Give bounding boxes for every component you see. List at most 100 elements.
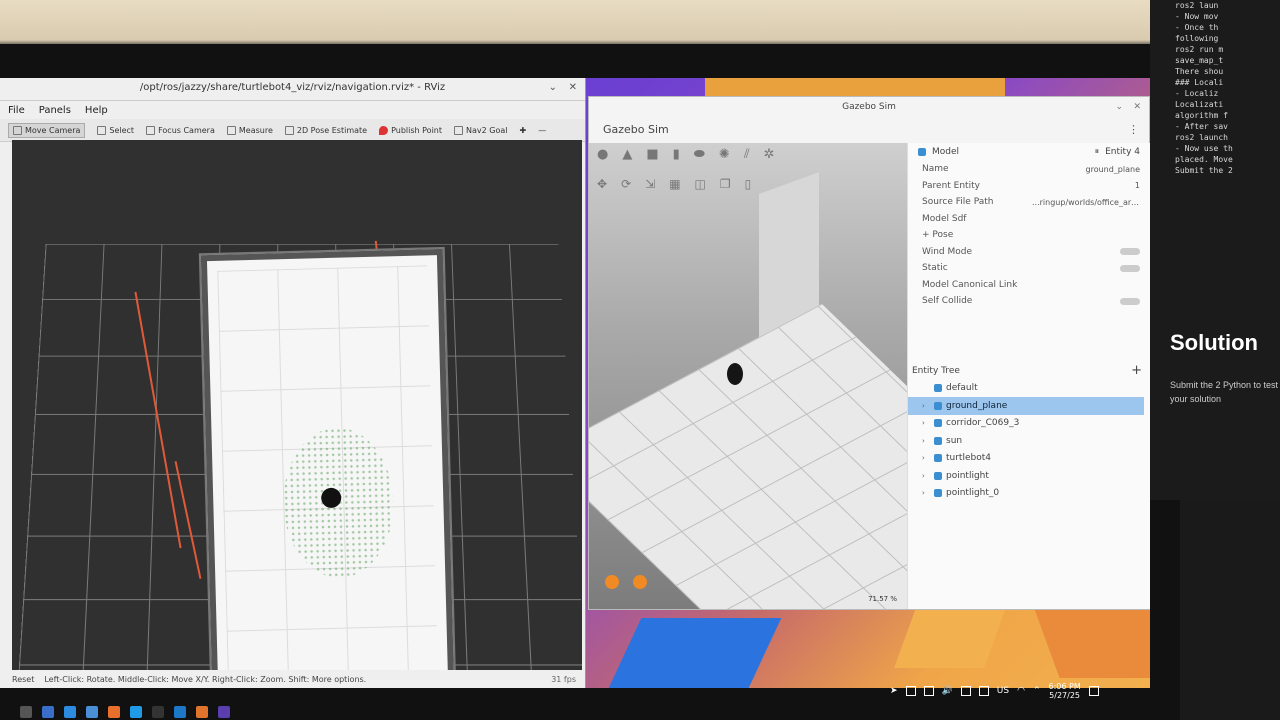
- kebab-menu-icon[interactable]: ⋮: [1128, 117, 1139, 143]
- gazebo-titlebar[interactable]: Gazebo Sim ⌄ ✕: [589, 97, 1149, 117]
- send-icon[interactable]: ➤: [890, 686, 898, 696]
- menu-panels[interactable]: Panels: [39, 105, 71, 116]
- pin-icon[interactable]: ⏸: [1095, 147, 1100, 157]
- tree-item[interactable]: › ground_plane: [908, 397, 1144, 415]
- reset-button[interactable]: Reset: [12, 675, 34, 684]
- terminal-line: - Now mov: [1175, 12, 1219, 21]
- pointlight-icon[interactable]: ✲: [764, 147, 775, 162]
- step-icon[interactable]: [633, 575, 647, 589]
- focus-camera-tool[interactable]: Focus Camera: [146, 125, 215, 135]
- sphere-icon[interactable]: ●: [597, 147, 608, 162]
- toggle-switch[interactable]: [1120, 264, 1140, 272]
- cone-icon[interactable]: ▲: [622, 147, 632, 162]
- expand-arrow-icon[interactable]: ›: [922, 437, 930, 445]
- property-value: ground_plane: [1085, 164, 1141, 174]
- nav2-goal-tool[interactable]: Nav2 Goal: [454, 125, 507, 135]
- box-icon[interactable]: ■: [646, 147, 658, 162]
- spotlight-icon[interactable]: ⫽: [744, 147, 750, 162]
- expand-arrow-icon[interactable]: ›: [922, 472, 930, 480]
- file-manager-icon[interactable]: [86, 706, 98, 718]
- property-key: Parent Entity: [922, 180, 980, 191]
- tray-expand-icon[interactable]: ⌃: [1033, 686, 1041, 696]
- scale-icon[interactable]: ⇲: [645, 177, 655, 191]
- move-camera-tool[interactable]: Move Camera: [8, 122, 86, 138]
- rviz-title: /opt/ros/jazzy/share/turtlebot4_viz/rviz…: [139, 82, 446, 93]
- store-icon[interactable]: [64, 706, 76, 718]
- light-icon[interactable]: ✺: [719, 147, 730, 162]
- terminal-line: save_map_t: [1175, 56, 1224, 65]
- add-entity-icon[interactable]: +: [1131, 363, 1142, 378]
- minimize-icon[interactable]: ⌄: [549, 82, 557, 93]
- occupancy-map: [200, 248, 456, 670]
- tree-item-label: sun: [946, 435, 963, 446]
- play-pause-icon[interactable]: [605, 575, 619, 589]
- grid-icon[interactable]: ▦: [669, 177, 680, 191]
- terminal-icon[interactable]: [152, 706, 164, 718]
- rviz-statusbar: Reset Left-Click: Rotate. Middle-Click: …: [12, 670, 582, 688]
- clock[interactable]: 6:06 PM 5/27/25: [1048, 682, 1080, 700]
- keyboard-icon[interactable]: [978, 686, 989, 696]
- minimize-icon[interactable]: ⌄: [1115, 97, 1123, 117]
- terminal-line: - After sav: [1175, 122, 1228, 131]
- expand-arrow-icon[interactable]: ›: [922, 489, 930, 497]
- property-row: Wind Mode: [908, 244, 1150, 261]
- wifi-icon[interactable]: ◠: [1017, 686, 1025, 696]
- ellipsoid-icon[interactable]: ⬬: [694, 147, 705, 162]
- files-icon[interactable]: [42, 706, 54, 718]
- clipboard-icon[interactable]: [905, 686, 916, 696]
- property-row: Static: [908, 260, 1150, 277]
- close-icon[interactable]: ✕: [1133, 97, 1141, 117]
- firefox-icon[interactable]: [108, 706, 120, 718]
- volume-icon[interactable]: 🔊: [942, 686, 953, 696]
- transform-toolbar: ✥ ⟳ ⇲ ▦ ◫ ❐ ▯: [597, 177, 751, 191]
- add-tool-icon[interactable]: ✚: [519, 126, 526, 135]
- rviz-3d-viewport[interactable]: [12, 140, 582, 670]
- rviz-app-icon[interactable]: [218, 706, 230, 718]
- cylinder-icon[interactable]: ▮: [673, 147, 680, 162]
- keyboard-layout[interactable]: US: [997, 686, 1009, 696]
- expand-arrow-icon[interactable]: ›: [922, 454, 930, 462]
- tree-item[interactable]: › pointlight_0: [908, 485, 1150, 503]
- select-tool[interactable]: Select: [97, 125, 134, 135]
- tree-item[interactable]: default: [908, 380, 1150, 398]
- gazebo-3d-scene[interactable]: ● ▲ ■ ▮ ⬬ ✺ ⫽ ✲ ✥ ⟳ ⇲ ▦ ◫ ❐ ▯ 71.57 %: [589, 143, 907, 609]
- rviz-menubar: File Panels Help: [0, 101, 585, 119]
- toggle-switch[interactable]: [1120, 248, 1140, 256]
- screenshot-icon[interactable]: ◫: [695, 177, 706, 191]
- property-key: Source File Path: [922, 197, 994, 208]
- pose-estimate-tool[interactable]: 2D Pose Estimate: [284, 125, 367, 135]
- property-row: + Pose: [908, 227, 1150, 244]
- gazebo-app-icon[interactable]: [196, 706, 208, 718]
- property-key: Model Canonical Link: [922, 279, 1018, 290]
- menu-help[interactable]: Help: [85, 105, 108, 116]
- expand-arrow-icon[interactable]: ›: [922, 402, 930, 410]
- component-properties: Name ground_plane Parent Entity 1 Source Fil…: [908, 161, 1150, 310]
- battery-icon[interactable]: [960, 686, 971, 696]
- tree-item-label: pointlight_0: [946, 488, 1000, 499]
- tree-item[interactable]: › pointlight: [908, 467, 1150, 485]
- menu-file[interactable]: File: [8, 105, 25, 116]
- tree-item[interactable]: › sun: [908, 432, 1150, 450]
- show-desktop-icon[interactable]: [1088, 686, 1099, 696]
- paste-icon[interactable]: ▯: [745, 177, 752, 191]
- close-icon[interactable]: ✕: [569, 82, 577, 93]
- toggle-switch[interactable]: [1120, 297, 1140, 305]
- translate-icon[interactable]: ✥: [597, 177, 607, 191]
- copy-icon[interactable]: ❐: [720, 177, 731, 191]
- rotate-icon[interactable]: ⟳: [621, 177, 631, 191]
- ruler-icon: [226, 125, 236, 135]
- edge-icon[interactable]: [130, 706, 142, 718]
- terminal-line: placed. Move: [1175, 155, 1233, 164]
- remove-tool-icon[interactable]: —: [538, 126, 546, 135]
- expand-arrow-icon[interactable]: ›: [922, 419, 930, 427]
- storage-icon[interactable]: [923, 686, 934, 696]
- terminal-line: There shou: [1175, 67, 1224, 76]
- tree-item[interactable]: › corridor_C069_3: [908, 415, 1150, 433]
- tree-item[interactable]: › turtlebot4: [908, 450, 1150, 468]
- rviz-titlebar[interactable]: /opt/ros/jazzy/share/turtlebot4_viz/rviz…: [0, 78, 585, 101]
- publish-point-tool[interactable]: Publish Point: [379, 125, 442, 135]
- app-menu-icon[interactable]: [20, 706, 32, 718]
- measure-tool[interactable]: Measure: [226, 125, 273, 135]
- clock-time: 6:06 PM: [1048, 682, 1081, 691]
- vscode-icon[interactable]: [174, 706, 186, 718]
